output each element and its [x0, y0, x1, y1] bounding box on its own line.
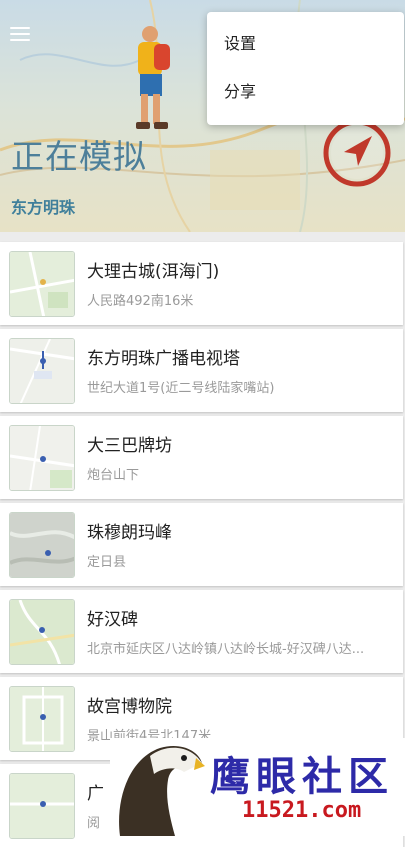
- hiker-illustration: [136, 26, 170, 129]
- menu-item-share[interactable]: 分享: [207, 69, 404, 115]
- navigation-compass-icon[interactable]: [322, 118, 392, 188]
- current-location-label: 东方明珠: [11, 198, 76, 217]
- map-preview-image: [10, 774, 74, 838]
- place-address: 北京市延庆区八达岭镇八达岭长城-好汉碑八达...: [87, 642, 365, 657]
- map-thumbnail: [9, 599, 75, 665]
- eagle-logo-icon: [119, 745, 205, 836]
- map-preview-image: [10, 252, 74, 316]
- map-preview-image: [10, 600, 74, 664]
- menu-item-settings[interactable]: 设置: [207, 21, 404, 67]
- place-address: 世纪大道1号(近二号线陆家嘴站): [87, 381, 275, 396]
- overflow-menu: 设置 分享: [207, 12, 404, 125]
- page-title: 正在模拟: [11, 137, 147, 176]
- list-item[interactable]: 好汉碑 北京市延庆区八达岭镇八达岭长城-好汉碑八达...: [0, 590, 403, 673]
- map-thumbnail: [9, 512, 75, 578]
- place-name: 好汉碑: [87, 610, 138, 630]
- place-name: 大理古城(洱海门): [87, 262, 220, 282]
- list-item[interactable]: 大理古城(洱海门) 人民路492南16米: [0, 242, 403, 325]
- menu-hamburger-icon[interactable]: [10, 25, 32, 43]
- map-thumbnail: [9, 338, 75, 404]
- place-name: 东方明珠广播电视塔: [87, 349, 240, 369]
- watermark-text: 鹰眼社区: [210, 753, 394, 800]
- place-name: 故宫博物院: [87, 697, 172, 717]
- place-address: 人民路492南16米: [87, 294, 194, 309]
- list-item[interactable]: 大三巴牌坊 炮台山下: [0, 416, 403, 499]
- place-address: 定日县: [87, 555, 127, 570]
- map-preview-image: [10, 339, 74, 403]
- list-item[interactable]: 珠穆朗玛峰 定日县: [0, 503, 403, 586]
- watermark-url: 11521.com: [242, 798, 362, 823]
- place-address: 炮台山下: [87, 468, 140, 483]
- watermark-overlay: 鹰眼社区 11521.com: [110, 738, 405, 836]
- list-item[interactable]: 东方明珠广播电视塔 世纪大道1号(近二号线陆家嘴站): [0, 329, 403, 412]
- map-preview-image: [10, 426, 74, 490]
- map-thumbnail: [9, 425, 75, 491]
- map-thumbnail: [9, 251, 75, 317]
- place-name: 珠穆朗玛峰: [87, 523, 172, 543]
- map-thumbnail: [9, 686, 75, 752]
- place-name: 大三巴牌坊: [87, 436, 172, 456]
- map-preview-image: [10, 687, 74, 751]
- place-name: 广: [87, 784, 104, 804]
- map-preview-image: [10, 513, 74, 577]
- map-thumbnail: [9, 773, 75, 839]
